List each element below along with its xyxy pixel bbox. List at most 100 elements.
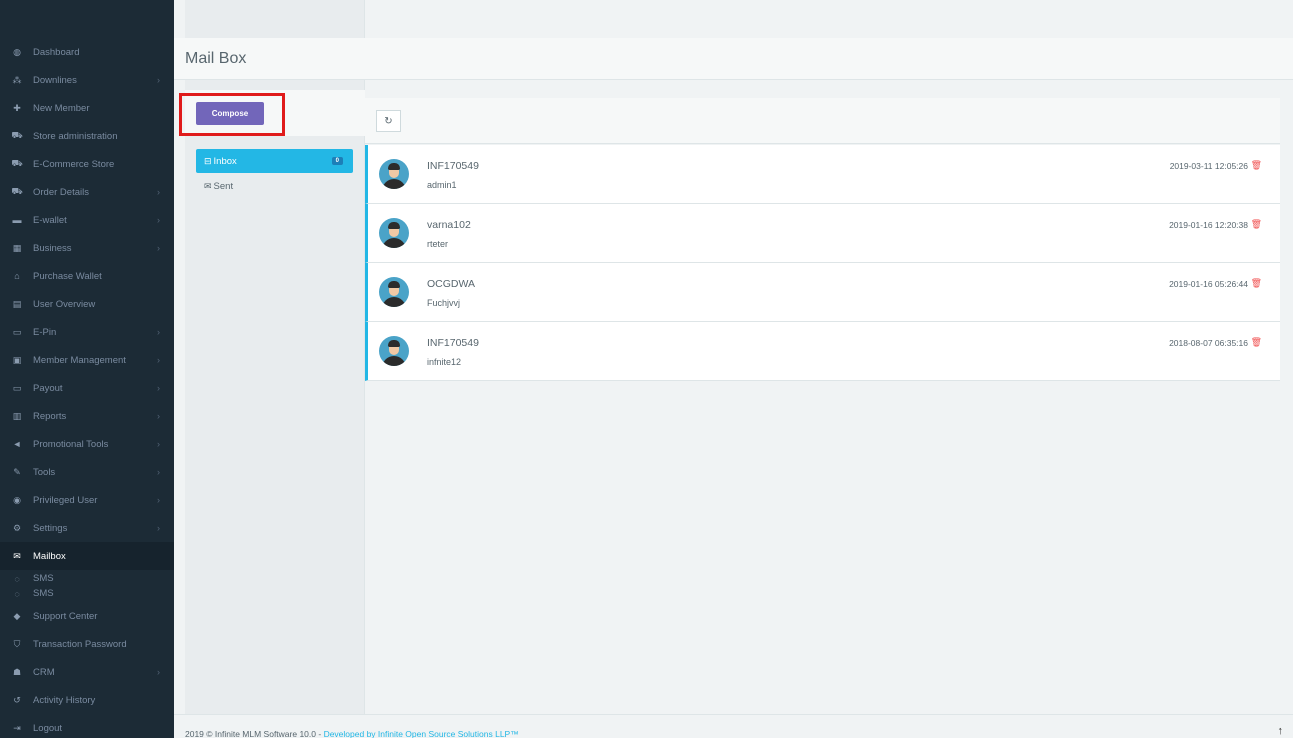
mail-subject[interactable]: Fuchjvvj [427, 298, 460, 308]
chevron-right-icon: › [157, 467, 160, 477]
sidebar-item-label: User Overview [33, 298, 96, 310]
sidebar-item-logout[interactable]: ⇥ Logout [0, 714, 174, 738]
folder-inbox-label: Inbox [213, 155, 237, 167]
sidebar-item-support-center[interactable]: ◆ Support Center [0, 602, 174, 630]
chevron-right-icon: › [157, 243, 160, 253]
sidebar-item-label: Reports [33, 410, 67, 422]
sidebar-item-crm[interactable]: ☗ CRM › [0, 658, 174, 686]
briefcase-icon: ▬ [12, 215, 22, 225]
sidebar-item-payout[interactable]: ▭ Payout › [0, 374, 174, 402]
bookmark-icon: ▭ [12, 326, 22, 337]
sidebar-item-user-overview[interactable]: ▤ User Overview [0, 290, 174, 318]
history-icon: ↺ [13, 694, 21, 705]
bullhorn-icon: ◄ [12, 439, 22, 449]
mail-list: INF170549 admin1 2019-03-11 12:05:26 🗑 varna… [365, 145, 1280, 381]
avatar [379, 218, 409, 248]
trash-icon[interactable]: 🗑 [1251, 337, 1262, 348]
mail-row[interactable]: OCGDWA Fuchjvvj 2019-01-16 05:26:44 🗑 [365, 263, 1280, 322]
shield-icon: ⛉ [13, 638, 21, 649]
dashboard-icon: ◍ [13, 46, 21, 57]
folder-inbox[interactable]: ⊟ Inbox 0 [196, 149, 353, 173]
comment-icon: ◌ [14, 573, 20, 584]
trash-icon[interactable]: 🗑 [1251, 278, 1262, 289]
cogs-icon: ⚙ [12, 522, 22, 533]
sidebar-item-label: SMS [33, 588, 54, 599]
sidebar-item-label: Dashboard [33, 46, 80, 58]
sidebar-item-activity-history[interactable]: ↺ Activity History [0, 686, 174, 714]
building-icon: ▦ [12, 242, 22, 253]
sidebar-item-label: Transaction Password [33, 638, 127, 650]
chevron-right-icon: › [157, 355, 160, 365]
sidebar-sms-row[interactable]: ◌ SMS [10, 571, 53, 586]
mail-row[interactable]: varna102 rteter 2019-01-16 12:20:38 🗑 [365, 204, 1280, 263]
sidebar-item-e-commerce-store[interactable]: ⛟ E-Commerce Store [0, 150, 174, 178]
footer-copyright: 2019 © Infinite MLM Software 10.0 - [185, 729, 324, 738]
mail-subject[interactable]: rteter [427, 239, 448, 249]
sidebar-item-reports[interactable]: ▥ Reports › [0, 402, 174, 430]
sidebar-item-transaction-password[interactable]: ⛉ Transaction Password [0, 630, 174, 658]
sidebar-item-store-administration[interactable]: ⛟ Store administration [0, 122, 174, 150]
sidebar-item-e-pin[interactable]: ▭ E-Pin › [0, 318, 174, 346]
sidebar-item-downlines[interactable]: ⁂ Downlines › [0, 66, 174, 94]
top-strip [174, 0, 1293, 38]
sidebar-item-dashboard[interactable]: ◍ Dashboard [0, 38, 174, 66]
mail-sender[interactable]: varna102 [427, 219, 471, 231]
refresh-button[interactable]: ↻ [376, 110, 401, 132]
mail-toolbar: ↻ [365, 98, 1280, 144]
ticket-icon: ◆ [13, 610, 21, 621]
inbox-icon: ⊟ [204, 155, 212, 166]
users-icon: ☗ [12, 666, 22, 677]
page-title: Mail Box [185, 50, 247, 67]
scroll-top-icon[interactable]: ↑ [1278, 725, 1284, 737]
sidebar-item-label: Mailbox [33, 550, 66, 562]
sidebar-item-settings[interactable]: ⚙ Settings › [0, 514, 174, 542]
sitemap-icon: ⁂ [12, 74, 22, 85]
sidebar-item-member-management[interactable]: ▣ Member Management › [0, 346, 174, 374]
mail-sender[interactable]: OCGDWA [427, 278, 475, 290]
sidebar-sms-row[interactable]: ◌ SMS [10, 586, 54, 601]
mail-row[interactable]: INF170549 admin1 2019-03-11 12:05:26 🗑 [365, 145, 1280, 204]
sidebar-item-business[interactable]: ▦ Business › [0, 234, 174, 262]
sidebar-item-sms[interactable]: ◌ SMS ◌ SMS [0, 570, 174, 602]
mail-sender[interactable]: INF170549 [427, 337, 479, 349]
cart-icon: ⛟ [11, 186, 23, 196]
sidebar-item-label: Activity History [33, 694, 96, 706]
chevron-right-icon: › [157, 439, 160, 449]
bank-icon: ⌂ [14, 271, 20, 281]
id-card-icon: ▤ [12, 298, 22, 309]
sidebar-item-label: Downlines [33, 74, 77, 86]
mail-date: 2019-03-11 12:05:26 [1169, 161, 1248, 171]
footer-developer-link[interactable]: Developed by Infinite Open Source Soluti… [324, 729, 519, 738]
sidebar-item-tools[interactable]: ✎ Tools › [0, 458, 174, 486]
folder-sent[interactable]: ✉ Sent [196, 174, 353, 198]
user-plus-icon: ✚ [13, 102, 21, 113]
chevron-right-icon: › [157, 667, 160, 677]
logout-icon: ⇥ [13, 722, 21, 733]
mail-subject[interactable]: admin1 [427, 180, 457, 190]
sidebar-item-new-member[interactable]: ✚ New Member [0, 94, 174, 122]
sidebar-item-label: Purchase Wallet [33, 270, 102, 282]
sidebar-item-label: New Member [33, 102, 90, 114]
comment-icon: ◌ [14, 588, 20, 599]
mail-subject[interactable]: infnite12 [427, 357, 461, 367]
sidebar-item-mailbox[interactable]: ✉ Mailbox [0, 542, 174, 570]
sidebar-item-order-details[interactable]: ⛟ Order Details › [0, 178, 174, 206]
sidebar-nav: ◍ Dashboard ⁂ Downlines › ✚ New Member ⛟ Store a… [0, 38, 174, 738]
sidebar-item-promotional-tools[interactable]: ◄ Promotional Tools › [0, 430, 174, 458]
trash-icon[interactable]: 🗑 [1251, 219, 1262, 230]
sidebar-item-label: CRM [33, 666, 55, 678]
sidebar-item-label: E-Pin [33, 326, 57, 338]
chevron-right-icon: › [157, 523, 160, 533]
page-header: Mail Box [174, 38, 1293, 80]
cart-icon: ⛟ [11, 158, 23, 168]
chevron-right-icon: › [157, 411, 160, 421]
mail-sender[interactable]: INF170549 [427, 160, 479, 172]
refresh-icon: ↻ [384, 115, 393, 127]
sidebar-item-purchase-wallet[interactable]: ⌂ Purchase Wallet [0, 262, 174, 290]
cart-icon: ⛟ [11, 130, 23, 140]
sidebar-item-e-wallet[interactable]: ▬ E-wallet › [0, 206, 174, 234]
sidebar-item-label: Business [33, 242, 72, 254]
sidebar-item-privileged-user[interactable]: ◉ Privileged User › [0, 486, 174, 514]
mail-row[interactable]: INF170549 infnite12 2018-08-07 06:35:16 🗑 [365, 322, 1280, 381]
trash-icon[interactable]: 🗑 [1251, 160, 1262, 171]
